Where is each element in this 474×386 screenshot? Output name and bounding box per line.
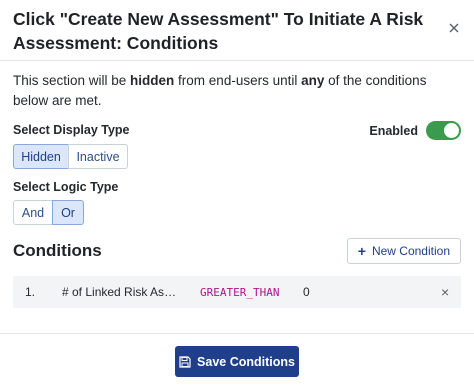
display-type-selector: Hidden Inactive [13,144,128,169]
remove-condition-icon[interactable]: × [441,284,449,300]
new-condition-button[interactable]: + New Condition [346,238,461,264]
conditions-modal: Click "Create New Assessment" To Initiat… [0,0,474,386]
logic-type-selector: And Or [13,200,84,225]
footer-divider [0,333,474,334]
condition-operator[interactable]: GREATER_THAN [200,286,279,299]
display-type-inactive-button[interactable]: Inactive [68,144,128,169]
condition-value[interactable]: 0 [303,285,310,299]
plus-icon: + [357,243,366,259]
condition-row: 1. # of Linked Risk Assessments GREATER_… [13,276,461,308]
save-conditions-button[interactable]: Save Conditions [175,346,299,377]
logic-type-and-button[interactable]: And [13,200,53,225]
enabled-label: Enabled [369,123,418,138]
enabled-toggle-group: Enabled [369,121,461,140]
close-icon[interactable] [446,20,462,36]
section-description: This section will be hidden from end-use… [13,73,427,108]
conditions-heading: Conditions [13,241,102,260]
new-condition-label: New Condition [371,244,450,258]
condition-index: 1. [25,285,36,299]
floppy-disk-icon [179,355,191,368]
save-conditions-label: Save Conditions [197,354,295,369]
condition-field[interactable]: # of Linked Risk Assessments [62,285,182,299]
modal-title: Click "Create New Assessment" To Initiat… [13,9,424,53]
enabled-toggle[interactable] [426,121,461,140]
display-type-hidden-button[interactable]: Hidden [13,144,69,169]
header-divider [0,60,474,61]
toggle-knob [444,123,459,138]
logic-type-label: Select Logic Type [13,180,119,194]
display-type-label: Select Display Type [13,123,130,137]
logic-type-or-button[interactable]: Or [52,200,84,225]
